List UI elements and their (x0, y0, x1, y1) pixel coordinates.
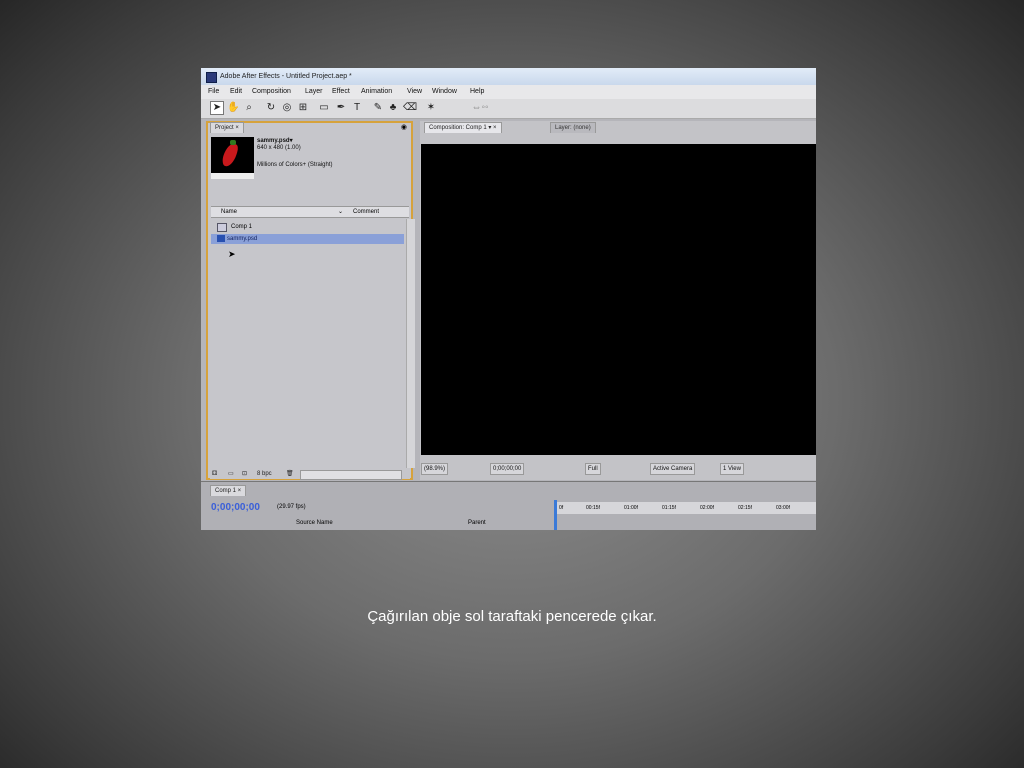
hand-tool-icon[interactable]: ✋ (227, 102, 239, 114)
rotation-tool-icon[interactable]: ↻ (265, 102, 277, 114)
pepper-stem (230, 140, 236, 145)
footage-dimensions: 640 x 480 (1.00) (257, 145, 301, 151)
menu-animation[interactable]: Animation (361, 85, 392, 99)
text-tool-icon[interactable]: T (351, 102, 363, 114)
ruler-mark: 00:15f (586, 505, 600, 511)
composition-panel: Composition: Comp 1 ▾ × Layer: (none) (9… (420, 121, 816, 480)
project-tab-label: Project (215, 125, 234, 131)
composition-icon (217, 223, 227, 232)
source-name-column[interactable]: Source Name (296, 520, 333, 526)
comment-column-header[interactable]: Comment (353, 207, 379, 217)
timeline-panel: Comp 1 × 0;00;00;00 (29.97 fps) Source N… (201, 481, 816, 530)
layer-tab[interactable]: Layer: (none) (550, 122, 596, 133)
menu-bar: File Edit Composition Layer Effect Anima… (201, 85, 816, 99)
new-composition-icon[interactable]: ⊡ (242, 469, 247, 479)
project-item-comp[interactable]: Comp 1 (211, 222, 404, 232)
project-item-label: sammy.psd (227, 236, 258, 242)
eraser-tool-icon[interactable]: ⌫ (403, 102, 417, 114)
menu-file[interactable]: File (208, 85, 219, 99)
workspace: Project × ◉ sammy.psd▾ 640 x 480 (1.00) … (201, 119, 816, 481)
timeline-timecode[interactable]: 0;00;00;00 (211, 502, 260, 513)
ruler-mark: 02:00f (700, 505, 714, 511)
layer-tab-label: Layer: (none) (555, 125, 591, 131)
pepper-image (220, 141, 240, 169)
after-effects-screenshot: Adobe After Effects - Untitled Project.a… (201, 68, 816, 530)
project-item-footage[interactable]: sammy.psd (211, 234, 404, 244)
menu-help[interactable]: Help (470, 85, 484, 99)
project-column-header: Name ⌄ Comment (211, 206, 409, 218)
interpret-footage-icon[interactable]: ⚃ (212, 469, 217, 479)
ruler-mark: 03:00f (776, 505, 790, 511)
footage-thumbnail (211, 137, 254, 179)
ruler-mark: 01:00f (624, 505, 638, 511)
current-time-display[interactable]: 0;00;00;00 (490, 463, 525, 475)
menu-window[interactable]: Window (432, 85, 457, 99)
project-horizontal-scrollbar[interactable] (300, 470, 402, 480)
composition-tab-label: Composition: Comp 1 (429, 125, 487, 131)
chevron-down-icon[interactable]: ⌄ (338, 207, 343, 217)
project-panel: Project × ◉ sammy.psd▾ 640 x 480 (1.00) … (206, 121, 415, 480)
close-icon[interactable]: × (235, 125, 239, 131)
camera-tool-icon[interactable]: ◎ (281, 102, 293, 114)
clone-stamp-tool-icon[interactable]: ♣ (387, 102, 399, 114)
title-bar: Adobe After Effects - Untitled Project.a… (201, 68, 816, 85)
pan-behind-tool-icon[interactable]: ⊞ (297, 102, 309, 114)
project-vertical-scrollbar[interactable] (406, 219, 415, 468)
footage-color-depth: Millions of Colors+ (Straight) (257, 162, 333, 168)
menu-composition[interactable]: Composition (252, 85, 291, 99)
brush-tool-icon[interactable]: ✎ (372, 102, 384, 114)
pen-tool-icon[interactable]: ✒ (335, 102, 347, 114)
menu-edit[interactable]: Edit (230, 85, 242, 99)
axis-mode-icons[interactable]: ⇔◦◦ (467, 102, 493, 114)
composition-viewer[interactable] (421, 144, 816, 455)
selection-tool-icon[interactable]: ➤ (210, 101, 224, 115)
tools-bar: ➤ ✋ ⌕ ↻ ◎ ⊞ ▭ ✒ T ✎ ♣ ⌫ ✶ ⇔◦◦ (201, 99, 816, 119)
composition-tab[interactable]: Composition: Comp 1 ▾ × (424, 122, 502, 133)
menu-layer[interactable]: Layer (305, 85, 323, 99)
project-panel-footer: ⚃ ▭ ⊡ 8 bpc 🗑 (210, 469, 410, 480)
timeline-tab-label: Comp 1 (215, 488, 237, 494)
after-effects-app-icon (206, 72, 217, 83)
panel-menu-icon[interactable]: ◉ (401, 123, 407, 131)
menu-effect[interactable]: Effect (332, 85, 350, 99)
ruler-mark: 02:15f (738, 505, 752, 511)
slide-caption: Çağırılan obje sol taraftaki pencerede ç… (367, 608, 657, 625)
viewer-controls: (98.9%) 0;00;00;00 Full Active Camera 1 … (420, 463, 816, 475)
mouse-cursor-icon: ➤ (228, 249, 236, 259)
puppet-tool-icon[interactable]: ✶ (425, 102, 437, 114)
mask-tool-icon[interactable]: ▭ (318, 102, 330, 114)
window-title: Adobe After Effects - Untitled Project.a… (220, 73, 352, 80)
footage-icon (217, 235, 225, 242)
resolution-dropdown[interactable]: Full (585, 463, 601, 475)
zoom-tool-icon[interactable]: ⌕ (243, 102, 255, 114)
project-item-label: Comp 1 (231, 224, 253, 230)
menu-view[interactable]: View (407, 85, 422, 99)
project-tab[interactable]: Project × (210, 122, 244, 133)
new-folder-icon[interactable]: ▭ (228, 469, 234, 479)
ruler-mark: 0f (559, 505, 564, 511)
time-ruler[interactable]: 0f 00:15f 01:00f 01:15f 02:00f 02:15f 03… (554, 502, 816, 514)
footage-name: sammy.psd▾ (257, 138, 293, 144)
camera-dropdown[interactable]: Active Camera (650, 463, 696, 475)
trash-icon[interactable]: 🗑 (286, 469, 294, 479)
ruler-mark: 01:15f (662, 505, 676, 511)
parent-column[interactable]: Parent (468, 520, 486, 526)
view-layout-dropdown[interactable]: 1 View (720, 463, 744, 475)
bit-depth-label[interactable]: 8 bpc (257, 469, 272, 479)
frame-rate: (29.97 fps) (277, 504, 306, 510)
current-time-indicator[interactable] (554, 500, 557, 530)
timeline-tab[interactable]: Comp 1 × (210, 485, 247, 496)
zoom-dropdown[interactable]: (98.9%) (421, 463, 449, 475)
name-column-header[interactable]: Name (221, 207, 237, 217)
